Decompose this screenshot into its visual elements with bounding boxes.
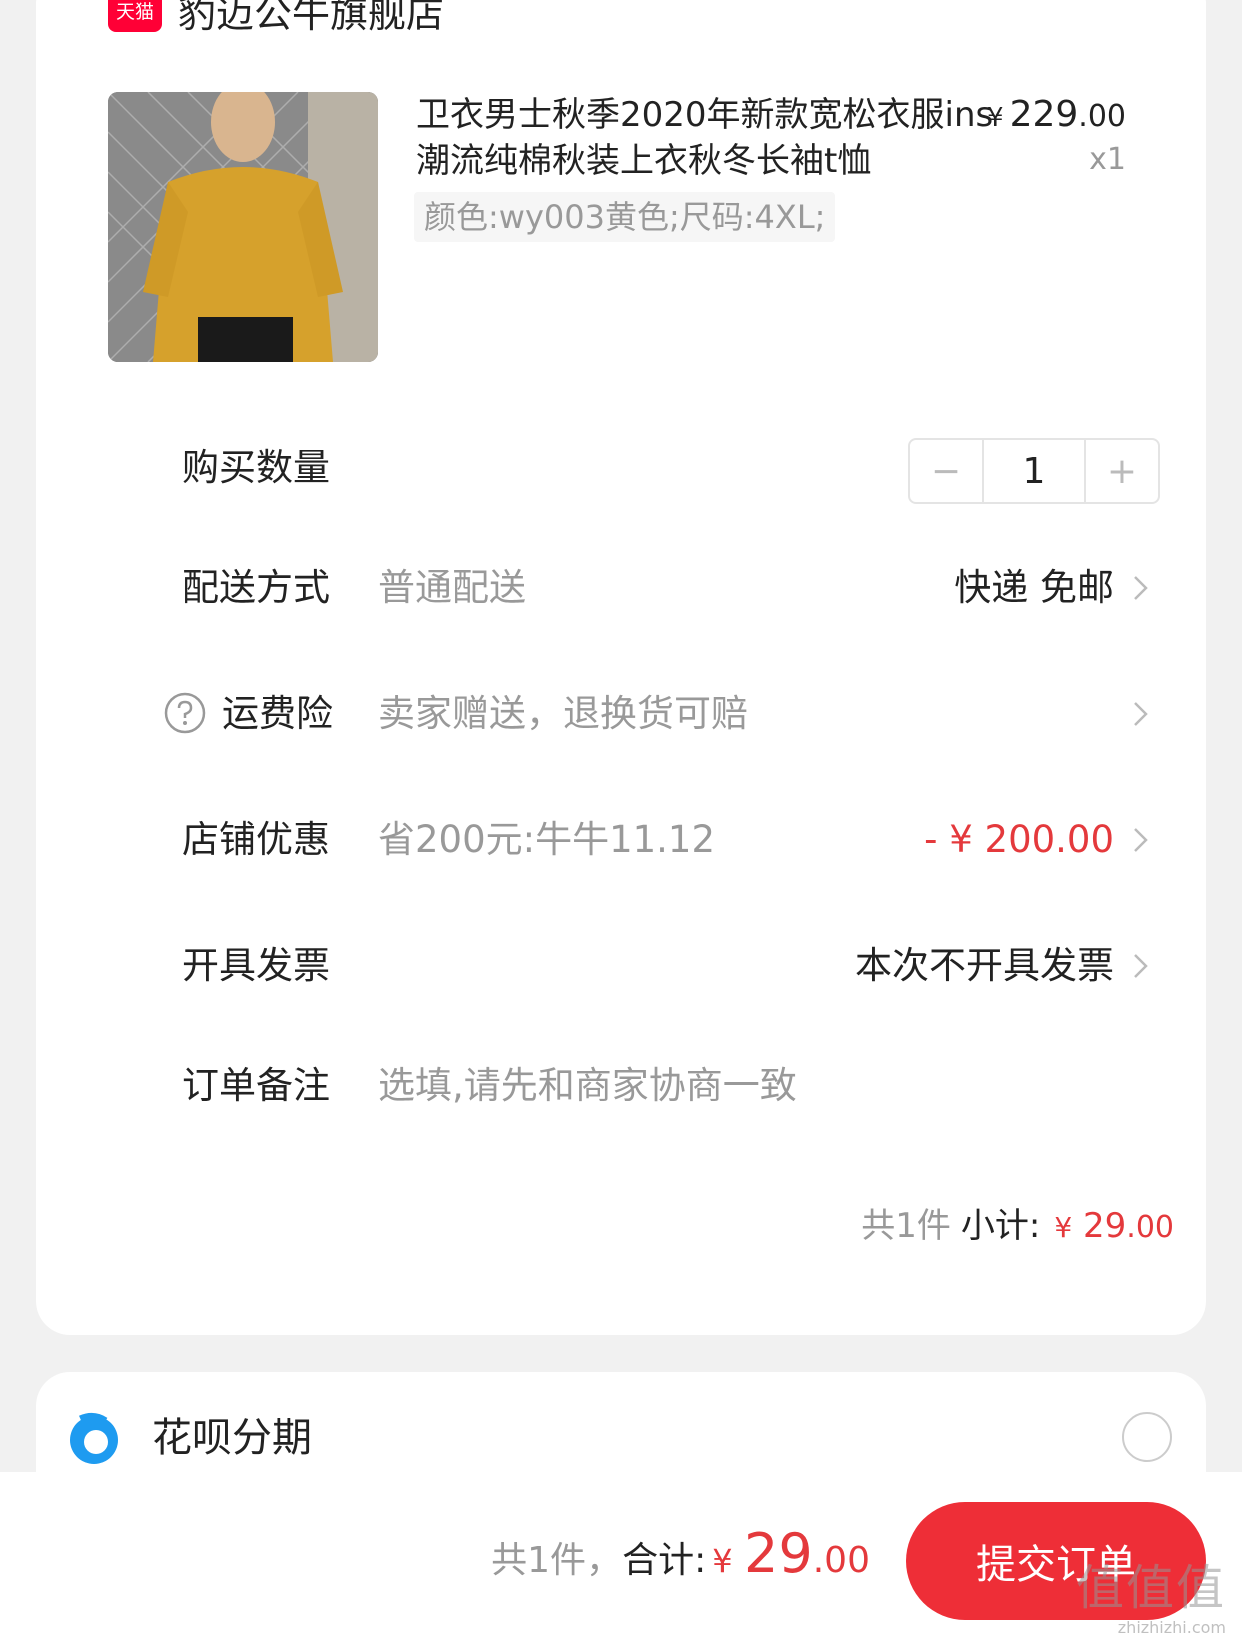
product-title[interactable]: 卫衣男士秋季2020年新款宽松衣服ins潮流纯棉秋装上衣秋冬长袖t恤 [416,92,1006,184]
total-label: 合计: [622,1540,707,1581]
price-decimal: .00 [1078,99,1126,134]
tmall-badge-text: 天猫 [115,0,154,23]
increase-button[interactable]: + [1086,440,1158,502]
store-name[interactable]: 豹迈公牛旗舰店 [178,0,444,38]
subtotal: 共1件 小计: ¥ 29.00 [861,1198,1174,1247]
total-count: 共1件， [491,1540,623,1581]
chevron-right-icon [1134,828,1148,852]
subtotal-currency: ¥ [1054,1211,1073,1244]
help-icon[interactable] [164,692,206,734]
product-price: ¥229.00 [987,94,1126,135]
chevron-right-icon [1134,954,1148,978]
subtotal-integer: 29 [1083,1206,1127,1246]
chevron-right-icon [1134,702,1148,726]
delivery-value: 普通配送 [378,566,526,609]
shipping-insurance-row[interactable]: 运费险 卖家赠送，退换货可赔 [36,684,1206,744]
huabei-icon [70,1412,118,1464]
product-quantity: x1 [1089,142,1126,177]
price-currency: ¥ [987,103,1004,133]
delivery-label: 配送方式 [182,566,330,609]
subtotal-label: 小计: [960,1206,1041,1246]
delivery-row[interactable]: 配送方式 普通配送 快递 免邮 [36,558,1206,618]
subtotal-decimal: .00 [1126,1210,1174,1245]
huabei-label: 花呗分期 [152,1415,312,1461]
store-header[interactable]: 天猫 豹迈公牛旗舰店 [108,0,444,36]
product-sku: 颜色:wy003黄色;尺码:4XL; [414,192,836,242]
subtotal-amount: ¥ 29.00 [1054,1206,1174,1246]
total-currency: ¥ [712,1542,733,1580]
quantity-label: 购买数量 [182,446,330,489]
total-decimal: .00 [812,1540,870,1581]
watermark: 值值值 zhizhizhi.com [1076,1548,1226,1637]
order-remark-row: 订单备注 选填,请先和商家协商一致 [36,1056,1206,1116]
product-image[interactable] [108,92,378,362]
chevron-right-icon [1134,576,1148,600]
order-card: 天猫 豹迈公牛旗舰店 卫衣男士秋季2020年新款宽松衣服ins潮流纯棉秋装上衣秋… [36,0,1206,1335]
watermark-logo: 值值值 [1075,1560,1226,1616]
bottom-bar: 共1件，合计: ¥ 29.00 提交订单 值值值 zhizhizhi.com [0,1472,1242,1637]
invoice-row[interactable]: 开具发票 本次不开具发票 [36,936,1206,996]
quantity-input[interactable]: 1 [982,440,1086,502]
subtotal-count: 共1件 [861,1206,951,1246]
price-integer: 229 [1009,94,1079,135]
decrease-button[interactable]: − [910,440,982,502]
tmall-logo-icon: 天猫 [108,0,162,32]
delivery-method: 快递 免邮 [954,566,1114,609]
huabei-radio[interactable] [1122,1412,1172,1462]
product-photo-icon [108,92,378,362]
insurance-label: 运费险 [222,692,333,735]
total-integer: 29 [744,1522,813,1585]
store-discount-row[interactable]: 店铺优惠 省200元:牛牛11.12 - ¥ 200.00 [36,810,1206,870]
remark-input[interactable]: 选填,请先和商家协商一致 [378,1056,797,1116]
discount-label: 店铺优惠 [182,818,330,861]
invoice-value: 本次不开具发票 [855,944,1114,987]
insurance-value: 卖家赠送，退换货可赔 [378,692,748,735]
order-confirm-page: 天猫 豹迈公牛旗舰店 卫衣男士秋季2020年新款宽松衣服ins潮流纯棉秋装上衣秋… [0,0,1242,1637]
watermark-url: zhizhizhi.com [1117,1618,1226,1637]
invoice-label: 开具发票 [182,944,330,987]
discount-amount: - ¥ 200.00 [924,818,1114,861]
quantity-row: 购买数量 − 1 + [36,438,1206,504]
discount-value: 省200元:牛牛11.12 [378,818,716,861]
remark-label: 订单备注 [182,1064,330,1107]
quantity-stepper: − 1 + [908,438,1160,504]
order-total: 共1件，合计: ¥ 29.00 [491,1514,870,1601]
